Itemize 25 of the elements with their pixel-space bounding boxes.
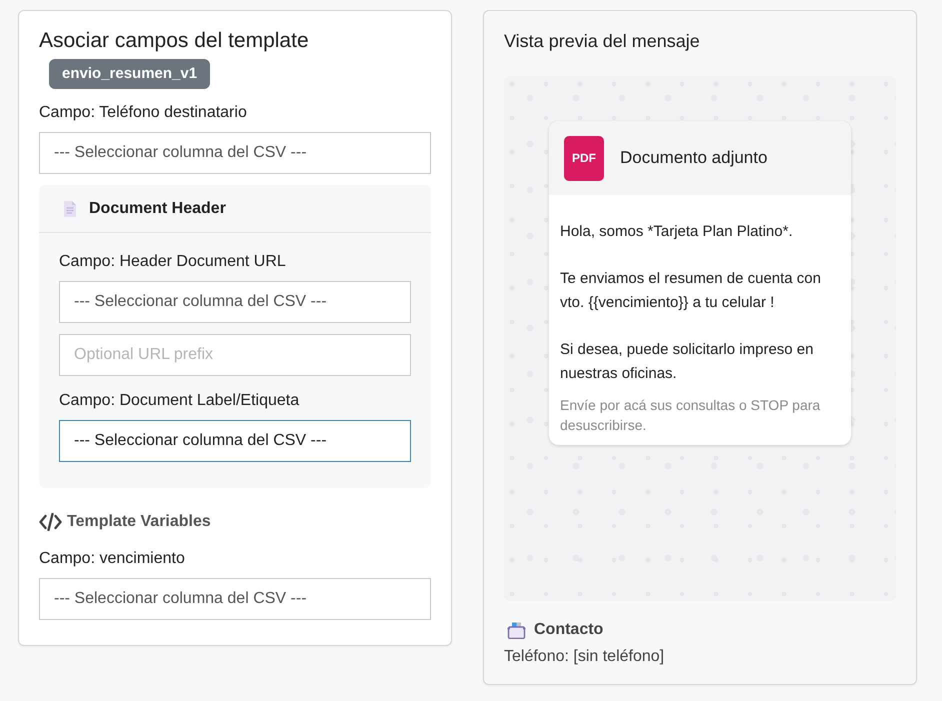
card-title: Vista previa del mensaje bbox=[504, 30, 700, 53]
document-icon bbox=[64, 200, 76, 216]
message-text: Te enviamos el resumen de cuenta con vto. {{vencimiento}} a tu celular ! bbox=[560, 269, 822, 314]
column-select[interactable]: --- Seleccionar columna del CSV --- bbox=[59, 420, 411, 462]
message-text: Si desea, puede solicitarlo impreso en nuestras oficinas. bbox=[560, 340, 814, 384]
template-name-badge: envio_resumen_v1 bbox=[49, 59, 210, 89]
attachment-name: Documento adjunto bbox=[620, 148, 768, 168]
contact-phone: Teléfono: [sin teléfono] bbox=[504, 647, 664, 667]
column-select[interactable]: --- Seleccionar columna del CSV --- bbox=[59, 281, 411, 323]
column-select[interactable]: --- Seleccionar columna del CSV --- bbox=[39, 132, 431, 174]
section-title: Document Header bbox=[89, 200, 226, 218]
field-label: Campo: Document Label/Etiqueta bbox=[59, 391, 300, 411]
message-text: Hola, somos *Tarjeta Plan Platino*. bbox=[560, 222, 794, 242]
card-title: Asociar campos del template bbox=[39, 28, 309, 54]
card-index-icon bbox=[507, 622, 526, 638]
pdf-tile: PDF bbox=[564, 136, 604, 180]
field-label: Campo: Teléfono destinatario bbox=[39, 103, 247, 123]
contact-title: Contacto bbox=[534, 621, 604, 639]
section-title: Template Variables bbox=[67, 513, 211, 531]
field-label: Campo: Header Document URL bbox=[59, 252, 286, 272]
code-icon bbox=[39, 513, 62, 531]
field-label: Campo: vencimiento bbox=[39, 549, 185, 569]
column-select[interactable]: --- Seleccionar columna del CSV --- bbox=[39, 578, 431, 620]
url-prefix-input[interactable]: Optional URL prefix bbox=[59, 334, 411, 376]
message-footer: Envíe por acá sus consultas o STOP para desuscribirse. bbox=[560, 394, 840, 435]
